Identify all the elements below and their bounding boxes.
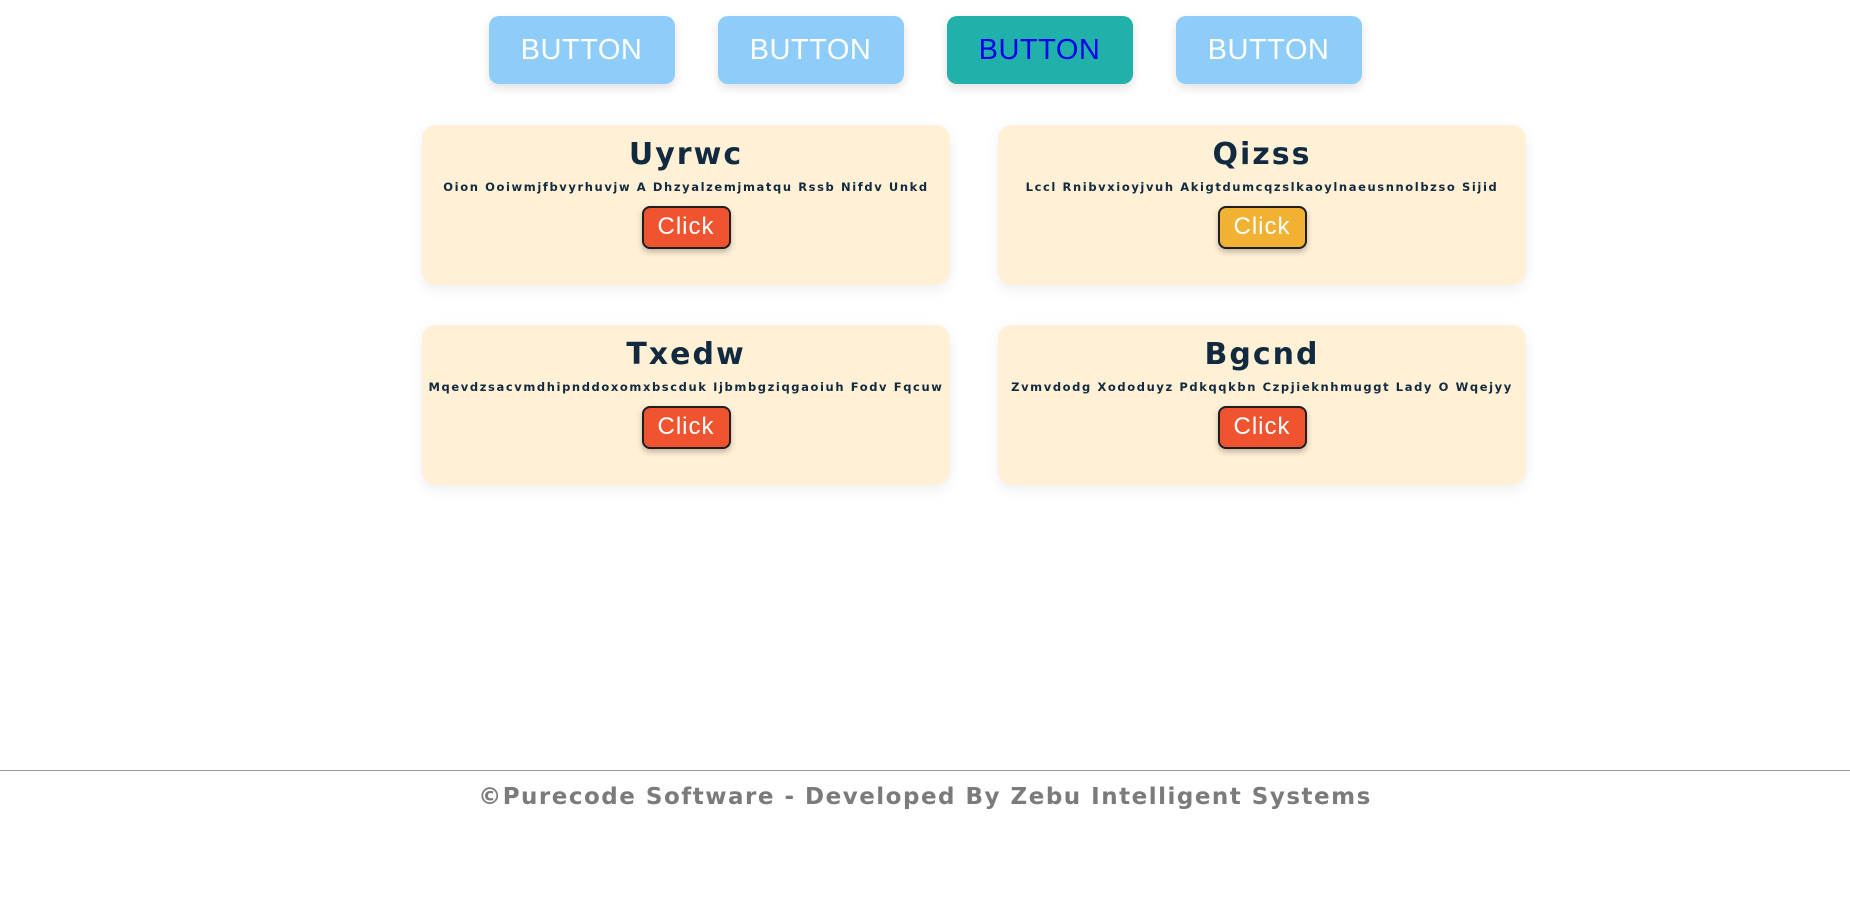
card-qizss: Qizss Lccl Rnibvxioyjvuh Akigtdumcqzslka… <box>998 125 1526 285</box>
card-grid: Uyrwc Oion Ooiwmjfbvyrhuvjw A Dhzyalzemj… <box>422 125 1526 485</box>
card-description: Oion Ooiwmjfbvyrhuvjw A Dhzyalzemjmatqu … <box>443 179 929 194</box>
card-bgcnd: Bgcnd Zvmvdodg Xododuyz Pdkqqkbn Czpjiek… <box>998 325 1526 485</box>
tab-button-4[interactable]: BUTTON <box>1175 16 1362 84</box>
card-click-button[interactable]: Click <box>1217 405 1307 449</box>
card-description: Zvmvdodg Xododuyz Pdkqqkbn Czpjieknhmugg… <box>1011 379 1513 394</box>
card-title: Qizss <box>1212 137 1312 172</box>
tab-button-1[interactable]: BUTTON <box>488 16 675 84</box>
card-description: Lccl Rnibvxioyjvuh Akigtdumcqzslkaoylnae… <box>1025 179 1499 194</box>
card-click-button[interactable]: Click <box>641 205 731 249</box>
card-title: Uyrwc <box>628 137 744 172</box>
footer-copyright: ©Purecode Software - Developed By Zebu I… <box>478 784 1372 810</box>
tab-button-2[interactable]: BUTTON <box>717 16 904 84</box>
card-title: Bgcnd <box>1204 337 1320 372</box>
card-txedw: Txedw Mqevdzsacvmdhipnddoxomxbscduk Ijbm… <box>422 325 950 485</box>
tab-bar: BUTTON BUTTON BUTTON BUTTON <box>0 16 1850 84</box>
card-uyrwc: Uyrwc Oion Ooiwmjfbvyrhuvjw A Dhzyalzemj… <box>422 125 950 285</box>
card-click-button[interactable]: Click <box>1217 205 1307 249</box>
footer-divider <box>0 770 1850 771</box>
card-description: Mqevdzsacvmdhipnddoxomxbscduk Ijbmbgziqg… <box>428 379 944 394</box>
card-click-button[interactable]: Click <box>641 405 731 449</box>
page: BUTTON BUTTON BUTTON BUTTON Uyrwc Oion O… <box>0 0 1850 900</box>
tab-button-3[interactable]: BUTTON <box>946 16 1133 84</box>
card-title: Txedw <box>626 337 746 372</box>
